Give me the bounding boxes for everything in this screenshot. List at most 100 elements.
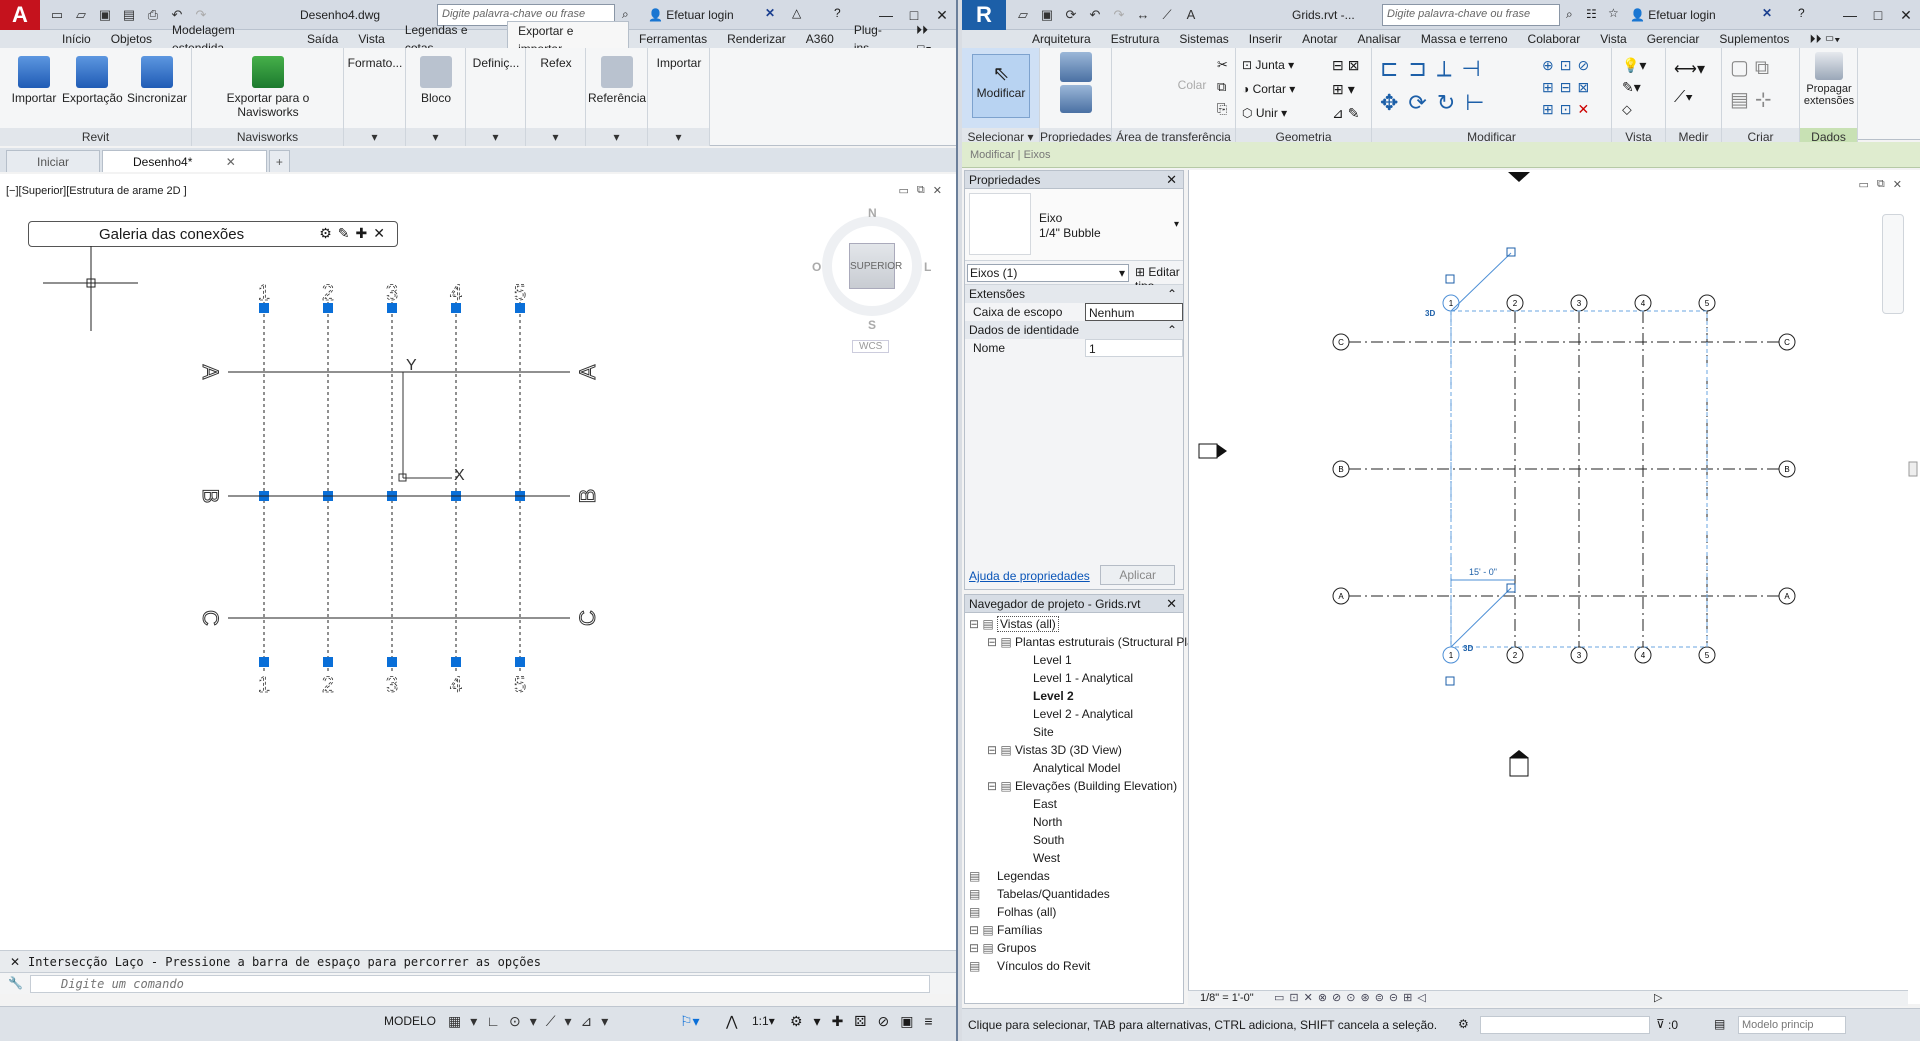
revit-search-input[interactable]: Digite palavra-chave ou frase [1382, 4, 1560, 26]
definition-label[interactable]: Definiç... [468, 56, 524, 70]
create-tool-icons[interactable]: ▢⧉ ▤⊹ [1730, 52, 1778, 116]
view-scale[interactable]: 1/8" = 1'-0" [1200, 992, 1254, 1004]
browser-item[interactable]: Level 1 [969, 651, 1183, 669]
redo-icon[interactable]: ↷ [1110, 7, 1128, 23]
ribbon-tab-4[interactable]: Anotar [1292, 30, 1347, 48]
viewcube-west[interactable]: O [812, 260, 821, 274]
grip-handle[interactable] [259, 657, 269, 667]
reference-panel-dropdown[interactable]: ▾ [586, 128, 647, 146]
join-button[interactable]: ⊡ Junta ▾ [1242, 53, 1295, 77]
viewcube[interactable]: SUPERIOR N S L O WCS [812, 198, 932, 353]
tab-drawing[interactable]: Desenho4* ✕ [102, 150, 267, 172]
ribbon-tab-5[interactable]: Analisar [1347, 30, 1410, 48]
tab-start[interactable]: Iniciar [6, 150, 101, 172]
browser-item[interactable]: ⊟ ▤ Famílias [969, 921, 1183, 939]
browser-item[interactable]: ⊟ ▤ Vistas 3D (3D View) [969, 741, 1183, 759]
favorites-icon[interactable]: ☆ [1608, 6, 1619, 20]
identity-section[interactable]: Dados de identidade ⌃ [965, 321, 1183, 339]
ribbon-tab-9[interactable]: Gerenciar [1637, 30, 1710, 48]
view-control-icons[interactable]: ▭⊡✕⊗⊘⊙⊛⊜⊝⊞◁ [1274, 991, 1431, 1004]
ribbon-tab-2[interactable]: Sistemas [1169, 30, 1238, 48]
ribbon-tab-1[interactable]: Estrutura [1101, 30, 1170, 48]
tag-icon[interactable]: A [1182, 7, 1200, 23]
viewcube-face[interactable]: SUPERIOR [849, 243, 902, 289]
ribbon-tab-0[interactable]: Arquitetura [1022, 30, 1101, 48]
revit-drawing-area[interactable]: ▭ ⧉ ✕ 1 1 2 2 3 3 4 4 5 5 C C B B A A 15' - 0" 3D 3D [1188, 170, 1920, 1004]
ribbon-tab-7[interactable]: Colaborar [1518, 30, 1591, 48]
tree-expand-icon[interactable]: ▤ [969, 903, 997, 921]
open-icon[interactable]: ▱ [1014, 7, 1032, 23]
annotation-visibility-icon[interactable]: ⚐▾ [680, 1013, 700, 1030]
paste-button[interactable]: Colar [1172, 78, 1212, 92]
open-folder-icon[interactable]: ▱ [72, 7, 90, 23]
dimension-icon[interactable]: ⟋ [1158, 7, 1176, 23]
ribbon-tab-4[interactable]: Vista [348, 30, 394, 48]
model-space-button[interactable]: MODELO [384, 1014, 436, 1028]
geometry-extra-icons[interactable]: ⊟⊠ ⊞▾ ⊿✎ [1332, 53, 1363, 125]
modify-button[interactable]: ⇖ Modificar [972, 54, 1030, 118]
sync-central-icon[interactable]: ⟳ [1062, 7, 1080, 23]
browser-item[interactable]: ▤ Tabelas/Quantidades [969, 885, 1183, 903]
command-close-icon[interactable]: ✕ [10, 955, 20, 969]
refex-panel-dropdown[interactable]: ▾ [526, 128, 585, 146]
modify-tool-icons[interactable]: ⊏⊐⟂⊣ ✥⟳↻⊢ [1380, 52, 1494, 120]
command-input[interactable] [30, 975, 930, 993]
browser-item[interactable]: West [969, 849, 1183, 867]
browser-item[interactable]: ▤ Folhas (all) [969, 903, 1183, 921]
tab-close-icon[interactable]: ✕ [226, 155, 236, 169]
instance-filter-dropdown[interactable]: Eixos (1) ▾ [967, 264, 1129, 282]
apply-button[interactable]: Aplicar [1100, 565, 1175, 585]
ribbon-tab-6[interactable]: Massa e terreno [1411, 30, 1518, 48]
tree-expand-icon[interactable]: ▤ [969, 885, 997, 903]
format-label[interactable]: Formato... [346, 56, 404, 70]
ribbon-tab-10[interactable]: Suplementos [1709, 30, 1799, 48]
reference-button[interactable]: Referência [588, 56, 646, 105]
new-file-icon[interactable]: ▭ [48, 7, 66, 23]
refex-label[interactable]: Refex [528, 56, 584, 70]
help-icon[interactable]: ? [834, 6, 841, 20]
ribbon-tab-3[interactable]: Saída [297, 30, 348, 48]
browser-item[interactable]: ⊟ ▤ Grupos [969, 939, 1183, 957]
import-panel-label[interactable]: Importar [650, 56, 708, 70]
help-icon[interactable]: ? [1798, 6, 1805, 20]
minimize-icon[interactable]: — [1836, 0, 1864, 30]
maximize-icon[interactable]: □ [1864, 0, 1892, 30]
name-value[interactable]: 1 [1085, 339, 1183, 357]
block-button[interactable]: Bloco [410, 56, 462, 105]
browser-item[interactable]: ⊟ ▤ Plantas estruturais (Structural Plan) [969, 633, 1204, 651]
save-icon[interactable]: ▣ [1038, 7, 1056, 23]
unir-button[interactable]: ⬡ Unir ▾ [1242, 101, 1295, 125]
refex-panel[interactable]: Refex ▾ [526, 48, 586, 146]
save-icon[interactable]: ▣ [96, 7, 114, 23]
browser-item[interactable]: ▤ Vínculos do Revit [969, 957, 1183, 975]
filter-icon[interactable]: ⊽ [1656, 1017, 1665, 1031]
format-panel-dropdown[interactable]: ▾ [344, 128, 405, 146]
export-button[interactable]: Exportação [62, 56, 123, 105]
properties-close-icon[interactable]: ✕ [1166, 171, 1177, 189]
project-browser-close-icon[interactable]: ✕ [1166, 595, 1177, 613]
scope-box-value[interactable]: Nenhum [1085, 303, 1183, 321]
revit-login-button[interactable]: 👤 Efetuar login [1630, 8, 1716, 22]
browser-item[interactable]: Analytical Model [969, 759, 1183, 777]
login-button[interactable]: 👤 Efetuar login [648, 8, 734, 22]
definition-panel-dropdown[interactable]: ▾ [466, 128, 525, 146]
exchange-icon[interactable]: ✕ [765, 6, 775, 20]
extents-section[interactable]: Extensões ⌃ [965, 285, 1183, 303]
design-options-icon[interactable]: ▤ [1714, 1017, 1725, 1031]
browser-item[interactable]: ▤ Legendas [969, 867, 1183, 885]
viewcube-north[interactable]: N [868, 206, 877, 220]
subscription-icon[interactable]: ☷ [1586, 7, 1597, 21]
measure-tool-icons[interactable]: ⟷▾ ⟋▾ [1674, 56, 1705, 112]
ribbon-tab-7[interactable]: Ferramentas [629, 30, 717, 48]
close-icon[interactable]: ✕ [1892, 0, 1920, 30]
tree-expand-icon[interactable]: ⊟ ▤ [987, 741, 1015, 759]
block-panel[interactable]: Bloco ▾ [406, 48, 466, 146]
revit-app-menu-button[interactable]: R [962, 0, 1006, 30]
binoculars-icon[interactable]: ⌕ [1566, 7, 1573, 22]
block-panel-dropdown[interactable]: ▾ [406, 128, 465, 146]
export-navisworks-button[interactable]: Exportar para o Navisworks [196, 56, 340, 119]
scroll-right-icon[interactable]: ▷ [1654, 991, 1662, 1004]
definition-panel[interactable]: Definiç... ▾ [466, 48, 526, 146]
collapse-icon[interactable]: ⌃ [1167, 285, 1177, 303]
grip-handle[interactable] [323, 657, 333, 667]
